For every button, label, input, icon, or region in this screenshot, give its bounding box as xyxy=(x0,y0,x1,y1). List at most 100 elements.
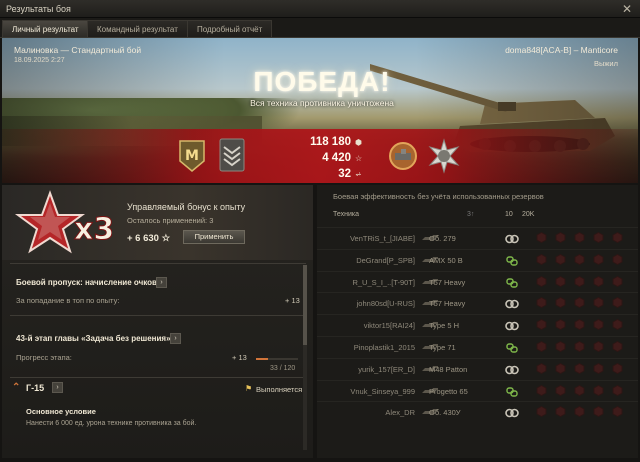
award-slots xyxy=(536,362,623,374)
bonus-remaining: Осталось применений: 3 xyxy=(127,216,214,225)
player-tank: T57 Heavy xyxy=(429,277,466,287)
player-row[interactable]: DeGrand[P_SPB] AMX 50 B xyxy=(317,248,638,271)
award-slots xyxy=(536,319,623,331)
column-damage[interactable]: 20K xyxy=(522,211,534,218)
battlepass-details-button[interactable]: › xyxy=(156,277,167,288)
window-title: Результаты боя xyxy=(6,4,71,14)
player-row[interactable]: VenTRiS_t_[JIABE] Об. 279 xyxy=(317,227,638,249)
player-tank: Progetto 65 xyxy=(429,386,468,396)
column-kills[interactable]: 10 xyxy=(505,211,513,218)
bonus-amount: + 6 630 ☆ xyxy=(127,233,170,244)
player-row[interactable]: john80sd[U-RUS] T57 Heavy xyxy=(317,292,638,314)
player-name: yurik_157[ER_D] xyxy=(358,364,415,374)
award-slot-icon xyxy=(593,384,604,396)
bond-icon[interactable] xyxy=(505,365,519,375)
bond-icon[interactable] xyxy=(505,234,519,244)
award-slot-icon xyxy=(574,232,585,243)
link-icon[interactable] xyxy=(505,256,519,266)
chapter-progress-bar xyxy=(256,358,298,360)
player-row[interactable]: R_U_S_I_..[T-90T] T57 Heavy xyxy=(317,270,638,293)
player-tank: Type 71 xyxy=(429,342,456,352)
achievement-medal-icon[interactable] xyxy=(385,138,421,174)
award-slots xyxy=(536,232,623,243)
chapter-details-button[interactable]: › xyxy=(170,333,181,344)
mission-details-button[interactable]: › xyxy=(52,382,63,393)
bonus-amount-value: + 6 630 xyxy=(127,233,159,244)
player-tank: AMX 50 B xyxy=(429,255,463,265)
player-name: john80sd[U-RUS] xyxy=(356,299,415,309)
player-row[interactable]: yurik_157[ER_D] M48 Patton xyxy=(317,357,638,380)
award-slot-icon xyxy=(593,362,604,374)
column-vehicle[interactable]: Техника xyxy=(333,211,359,218)
bond-icon[interactable] xyxy=(505,408,519,418)
player-row[interactable]: Pinoplastik1_2015 Type 71 xyxy=(317,335,638,358)
divider xyxy=(10,315,306,316)
award-slot-icon xyxy=(555,275,566,287)
award-slot-icon xyxy=(555,384,566,396)
column-spotted[interactable]: 3↑ xyxy=(467,211,474,218)
player-name: DeGrand[P_SPB] xyxy=(356,255,415,265)
divider xyxy=(10,263,306,264)
award-slots xyxy=(536,253,623,265)
bond-icon[interactable] xyxy=(505,321,519,331)
link-icon[interactable] xyxy=(505,277,519,288)
link-icon[interactable] xyxy=(505,386,519,397)
player-name: Pinoplastik1_2015 xyxy=(353,342,415,352)
bonus-star-icon: x3 xyxy=(14,190,112,254)
free-xp-earned: 32 ⩫ xyxy=(282,166,366,182)
link-icon[interactable] xyxy=(505,343,519,353)
scrollbar[interactable] xyxy=(303,265,307,450)
award-slot-icon xyxy=(555,297,566,309)
result-banner: Малиновка — Стандартный бой 18.09.2025 2… xyxy=(2,38,638,183)
battle-datetime: 18.09.2025 2:27 xyxy=(14,57,65,64)
award-slot-icon xyxy=(555,340,566,352)
survival-status: Выжил xyxy=(594,59,618,68)
scroll-thumb[interactable] xyxy=(303,265,307,345)
award-slot-icon xyxy=(593,340,604,352)
tab-personal-result[interactable]: Личный результат xyxy=(2,20,89,37)
player-tank: Об. 430У xyxy=(429,408,461,418)
award-slot-icon xyxy=(555,319,566,331)
award-slot-icon xyxy=(593,275,604,287)
award-slot-icon xyxy=(612,340,623,352)
player-row[interactable]: viktor15[RAI24] Type 5 H xyxy=(317,314,638,336)
player-tank: Об. 279 xyxy=(429,234,456,243)
award-slot-icon xyxy=(574,340,585,352)
player-row[interactable]: Vnuk_Sinseya_999 Progetto 65 xyxy=(317,379,638,402)
free-xp-value: 32 xyxy=(338,168,351,180)
award-slot-icon xyxy=(593,253,604,265)
award-slot-icon xyxy=(555,362,566,374)
bond-icon[interactable] xyxy=(505,299,519,309)
player-list: VenTRiS_t_[JIABE] Об. 279 DeGrand[P_SPB] AM… xyxy=(317,227,638,423)
battlepass-row-label: За попадание в топ по опыту: xyxy=(16,296,120,305)
close-icon[interactable]: ✕ xyxy=(620,2,634,16)
award-slot-icon xyxy=(555,253,566,265)
tab-team-result[interactable]: Командный результат xyxy=(87,20,188,37)
apply-bonus-button[interactable]: Применить xyxy=(183,230,245,244)
award-slot-icon xyxy=(612,406,623,418)
award-slot-icon xyxy=(536,297,547,309)
condition-title: Основное условие xyxy=(26,407,96,416)
team-efficiency-header: Боевая эффективность без учёта использов… xyxy=(333,192,544,201)
xp-value: 4 420 xyxy=(322,152,351,164)
tab-detailed-report[interactable]: Подробный отчёт xyxy=(187,20,273,37)
collapse-chevron-icon[interactable]: ⌃ xyxy=(12,382,20,393)
bonus-multiplier: x3 xyxy=(74,212,112,247)
player-name: R_U_S_I_..[T-90T] xyxy=(352,277,415,287)
chapter-progress-label: Прогресс этапа: xyxy=(16,353,72,362)
mastery-medal-icon[interactable] xyxy=(426,138,462,174)
award-slot-icon xyxy=(593,406,604,418)
divider xyxy=(10,377,306,378)
player-name: Alex_DR xyxy=(385,408,415,418)
credits-icon: ⬢ xyxy=(355,137,362,147)
battle-earnings: 118 180 ⬢ 4 420 ☆ 32 ⩫ xyxy=(282,134,366,182)
player-row[interactable]: Alex_DR Об. 430У xyxy=(317,401,638,423)
award-slot-icon xyxy=(536,232,547,243)
condition-text: Нанести 6 000 ед. урона технике противни… xyxy=(26,420,197,427)
mission-code: Г-15 xyxy=(26,383,45,393)
player-vehicle-label: doma848[ACA-B] – Manticore xyxy=(505,45,618,55)
tab-bar: Личный результат Командный результат Под… xyxy=(0,18,640,38)
player-name: VenTRiS_t_[JIABE] xyxy=(349,234,415,243)
player-name: viktor15[RAI24] xyxy=(363,321,415,331)
award-slot-icon xyxy=(536,340,547,352)
